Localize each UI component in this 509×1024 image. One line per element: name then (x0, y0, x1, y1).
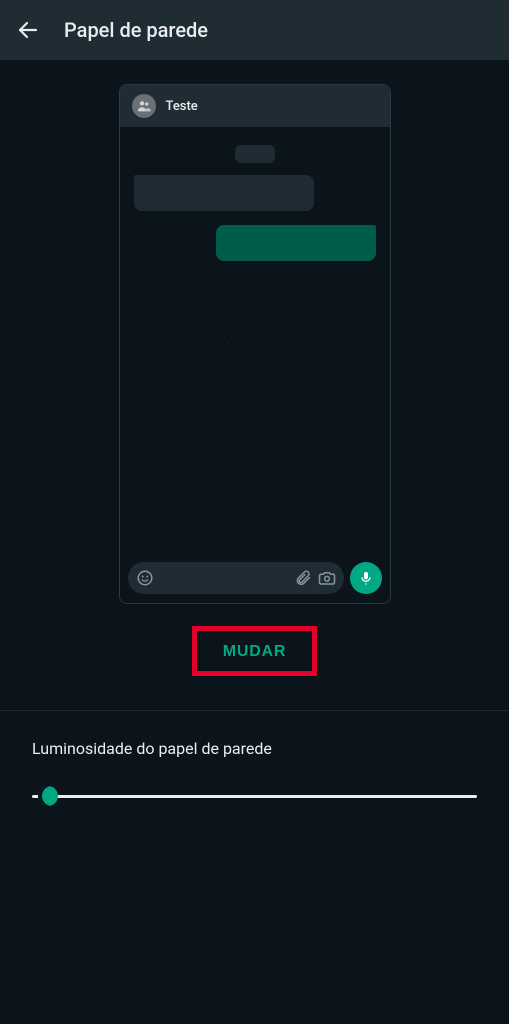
preview-chat-area (120, 127, 390, 559)
preview-chat-header: Teste (120, 85, 390, 127)
brightness-slider[interactable] (32, 784, 477, 808)
preview-contact-name: Teste (166, 99, 198, 114)
mic-button-icon (350, 562, 382, 594)
topbar: Papel de parede (0, 0, 509, 60)
slider-thumb[interactable] (38, 786, 58, 806)
content: Teste MUDA (0, 60, 509, 808)
change-button-highlight: MUDAR (192, 626, 318, 676)
attachment-icon (294, 569, 312, 587)
wallpaper-preview: Teste (119, 84, 391, 604)
change-button[interactable]: MUDAR (223, 643, 287, 661)
outgoing-bubble (216, 225, 376, 261)
incoming-bubble (134, 175, 314, 211)
message-input (128, 562, 344, 594)
brightness-section: Luminosidade do papel de parede (0, 711, 509, 808)
group-avatar-icon (132, 94, 156, 118)
slider-track (32, 795, 477, 798)
emoji-icon (136, 569, 154, 587)
camera-icon (318, 569, 336, 587)
preview-input-bar (120, 559, 390, 603)
back-arrow-icon[interactable] (16, 18, 40, 42)
page-title: Papel de parede (64, 18, 208, 42)
date-badge (235, 145, 275, 163)
brightness-label: Luminosidade do papel de parede (32, 739, 477, 758)
